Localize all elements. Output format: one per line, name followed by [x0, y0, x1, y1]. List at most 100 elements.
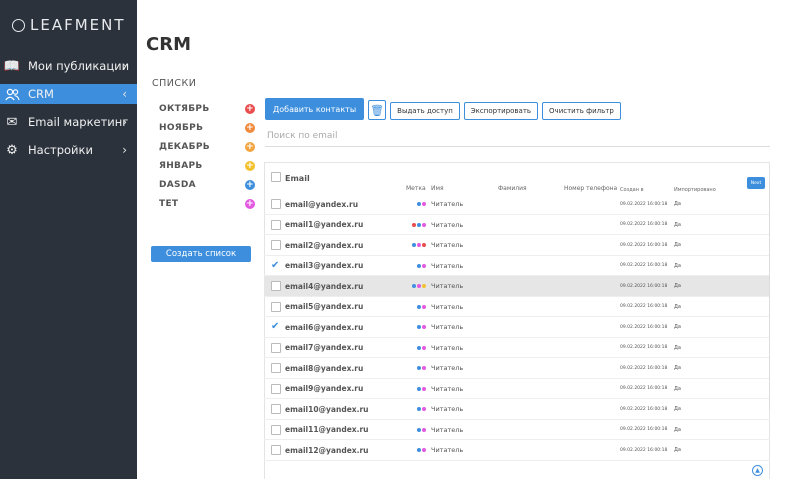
table-row[interactable]: email10@yandex.ru Читатель 09.02.2022 16:0…: [264, 399, 770, 420]
add-list-item-icon[interactable]: +: [245, 160, 255, 171]
create-list-button[interactable]: Создать список: [151, 246, 251, 262]
row-checkbox[interactable]: [271, 424, 281, 435]
add-contacts-button[interactable]: Добавить контакты: [265, 98, 365, 120]
row-name: Читатель: [431, 405, 464, 413]
row-created: 09.02.2022 16:00:18: [620, 263, 668, 268]
row-imported: Да: [674, 426, 681, 433]
column-header-email[interactable]: Email: [285, 174, 310, 183]
add-list-item-icon[interactable]: +: [245, 103, 255, 114]
users-icon: [4, 87, 20, 101]
list-item-label: ЯНВАРЬ: [159, 160, 203, 171]
row-email: email3@yandex.ru: [285, 261, 364, 270]
row-imported: Да: [674, 406, 681, 412]
row-checkbox[interactable]: [271, 240, 281, 250]
row-checkbox[interactable]: ✔: [271, 260, 281, 271]
table-row[interactable]: email8@yandex.ru Читатель 09.02.2022 16:00…: [264, 358, 770, 379]
tag-dot-icon: [417, 243, 421, 247]
row-email: email12@yandex.ru: [285, 445, 369, 455]
column-header-imported[interactable]: Импортировано: [674, 187, 716, 193]
table-row[interactable]: email11@yandex.ru Читатель 09.02.2022 16:0…: [264, 420, 770, 440]
logo-ring-icon: [12, 18, 25, 32]
table-row[interactable]: email4@yandex.ru Читатель 09.02.2022 16:00…: [264, 276, 770, 297]
list-item-label: ОКТЯБРЬ: [159, 103, 210, 114]
row-imported: Да: [674, 365, 681, 371]
list-item-october[interactable]: ОКТЯБРЬ +: [150, 99, 255, 118]
tag-dot-icon: [417, 448, 421, 452]
lists-heading: СПИСКИ: [152, 78, 197, 89]
row-created: 09.02.2022 16:00:18: [620, 447, 668, 453]
sidebar-item-publications[interactable]: 📖 Мои публикации ›: [0, 56, 137, 76]
table-row[interactable]: email5@yandex.ru Читатель 09.02.2022 16:00…: [264, 297, 770, 317]
row-imported: Да: [674, 201, 681, 207]
add-list-item-icon[interactable]: +: [245, 198, 255, 209]
delete-button[interactable]: 🗑: [368, 100, 387, 120]
tag-dot-icon: [417, 263, 421, 268]
sidebar-item-email-marketing[interactable]: ✉ Email маркетинг ›: [0, 112, 137, 132]
table-row[interactable]: email9@yandex.ru Читатель 09.02.2022 16:00…: [264, 379, 770, 399]
sidebar-item-label: Email маркетинг: [28, 115, 129, 129]
table-row[interactable]: email12@yandex.ru Читатель 09.02.2022 16:0…: [264, 440, 770, 461]
row-checkbox[interactable]: [271, 199, 281, 209]
table-row[interactable]: email@yandex.ru Читатель 09.02.2022 16:00:…: [264, 194, 770, 215]
sidebar-item-settings[interactable]: ⚙ Настройки ›: [0, 140, 137, 160]
row-checkbox[interactable]: [271, 383, 281, 394]
column-header-last-name[interactable]: Фамилия: [498, 185, 527, 192]
row-checkbox[interactable]: [271, 301, 281, 312]
tag-dot-icon: [422, 325, 426, 329]
list-item-label: НОЯБРЬ: [159, 122, 204, 133]
row-tags: [406, 420, 426, 440]
row-created: 09.02.2022 16:00:18: [620, 386, 668, 391]
row-checkbox[interactable]: [271, 219, 281, 230]
add-list-item-icon[interactable]: +: [245, 179, 255, 190]
add-list-item-icon[interactable]: +: [245, 122, 255, 133]
row-checkbox[interactable]: [271, 404, 281, 414]
row-checkbox[interactable]: [271, 363, 281, 373]
list-item-december[interactable]: ДЕКАБРЬ +: [150, 137, 255, 156]
table-row[interactable]: email1@yandex.ru Читатель 09.02.2022 16:00…: [264, 215, 770, 235]
row-name: Читатель: [431, 302, 464, 311]
select-all-checkbox[interactable]: [271, 172, 281, 182]
search-input[interactable]: [265, 125, 770, 147]
mail-icon: ✉: [6, 114, 18, 130]
give-access-button[interactable]: Выдать доступ: [390, 102, 460, 120]
tag-dot-icon: [422, 304, 426, 309]
tag-dot-icon: [417, 427, 421, 432]
row-tags: [406, 379, 426, 399]
scroll-to-top-button[interactable]: ▲: [752, 465, 763, 476]
row-tags: [406, 215, 426, 235]
row-name: Читатель: [431, 261, 464, 270]
row-checkbox[interactable]: [271, 445, 281, 455]
column-header-phone[interactable]: Номер телефона: [564, 185, 617, 192]
list-item-tet[interactable]: TET +: [150, 194, 255, 213]
table-row[interactable]: email2@yandex.ru Читатель 09.02.2022 16:00…: [264, 235, 770, 256]
sidebar-item-crm[interactable]: CRM ‹: [0, 84, 137, 104]
table-row[interactable]: ✔ email6@yandex.ru Читатель 09.02.2022 16:0…: [264, 317, 770, 338]
column-header-name[interactable]: Имя: [431, 185, 444, 192]
row-created: 09.02.2022 16:00:18: [620, 365, 668, 371]
list-item-label: ДЕКАБРЬ: [159, 141, 210, 152]
table-row[interactable]: ✔ email3@yandex.ru Читатель 09.02.2022 16:0…: [264, 256, 770, 276]
list-item-november[interactable]: НОЯБРЬ +: [150, 118, 255, 137]
row-checkbox[interactable]: [271, 342, 281, 353]
export-button[interactable]: Экспортировать: [463, 102, 539, 120]
page-title: CRM: [146, 34, 191, 55]
column-header-created[interactable]: Создан в: [620, 187, 644, 193]
row-email: email1@yandex.ru: [285, 220, 364, 229]
table-row[interactable]: email7@yandex.ru Читатель 09.02.2022 16:00…: [264, 338, 770, 358]
add-list-item-icon[interactable]: +: [245, 141, 255, 152]
row-tags: [406, 338, 426, 358]
list-item-dasda[interactable]: DASDA +: [150, 175, 255, 194]
column-header-tag[interactable]: Метка: [406, 185, 426, 192]
tag-dot-icon: [422, 427, 426, 432]
clear-filter-button[interactable]: Очистить фильтр: [542, 102, 621, 120]
sidebar: LEAFMENT 📖 Мои публикации › CRM ‹ ✉ Emai…: [0, 0, 137, 479]
scrollbar-track[interactable]: [769, 180, 770, 410]
list-item-january[interactable]: ЯНВАРЬ +: [150, 156, 255, 175]
row-checkbox[interactable]: ✔: [271, 322, 281, 332]
row-email: email6@yandex.ru: [285, 322, 364, 332]
row-name: Читатель: [431, 200, 464, 208]
row-tags: [406, 194, 426, 214]
row-imported: Да: [674, 385, 681, 392]
row-checkbox[interactable]: [271, 281, 281, 291]
book-icon: 📖: [3, 58, 21, 74]
